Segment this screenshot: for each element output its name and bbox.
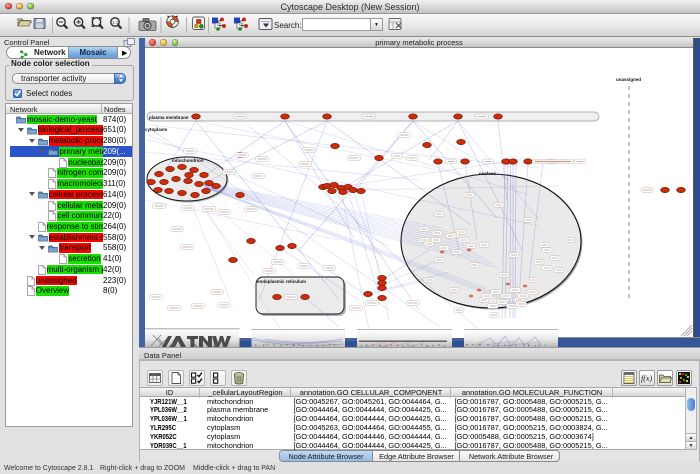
svg-text:f(x): f(x) (641, 374, 652, 383)
svg-text:1:1: 1:1 (112, 20, 119, 25)
svg-text:nucleus: nucleus (479, 171, 497, 176)
svg-text:plasma membrane: plasma membrane (149, 115, 189, 120)
svg-text:endoplasmic reticulum: endoplasmic reticulum (257, 279, 306, 284)
svg-text:unassigned: unassigned (616, 77, 641, 82)
svg-text:cytoplasm: cytoplasm (145, 127, 167, 132)
svg-text:mitochondrion: mitochondrion (172, 158, 204, 163)
